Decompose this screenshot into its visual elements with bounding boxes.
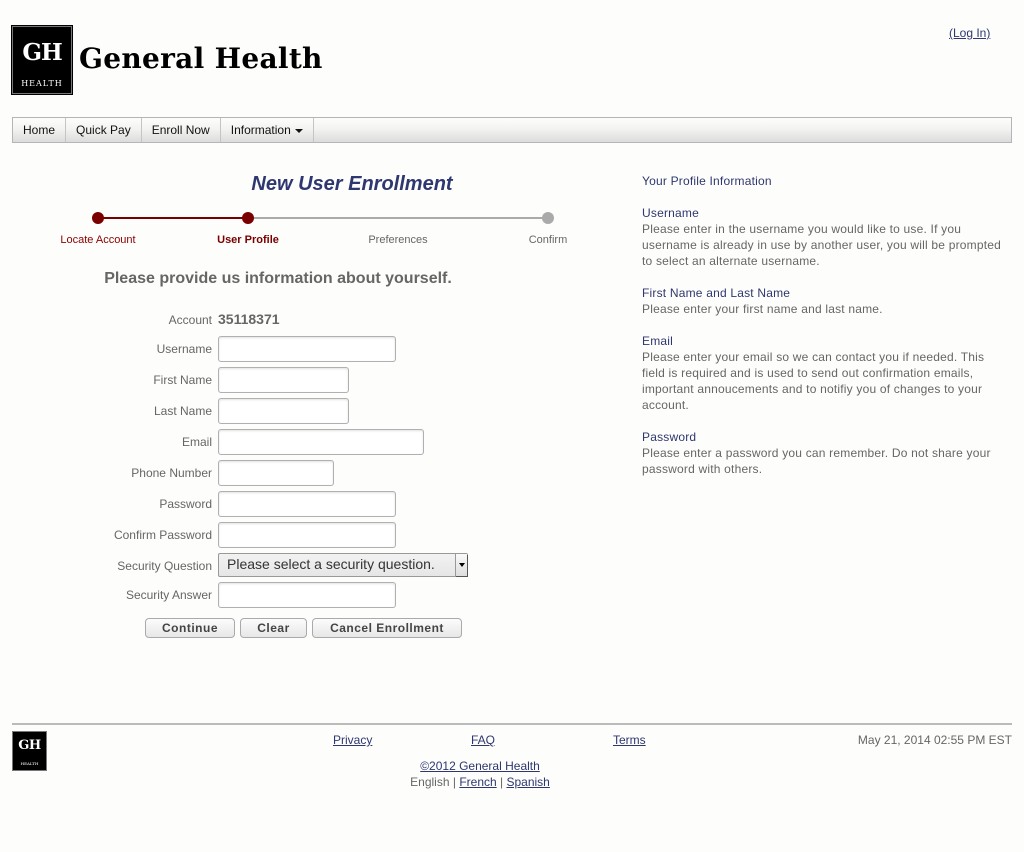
username-input[interactable]	[218, 336, 396, 362]
terms-link[interactable]: Terms	[613, 733, 646, 747]
help-panel-title: Your Profile Information	[642, 173, 1007, 189]
security-answer-label: Security Answer	[125, 588, 212, 602]
confirm-password-input[interactable]	[218, 522, 396, 548]
logo-initials: GH	[22, 39, 62, 66]
step-label-user-profile: User Profile	[217, 234, 279, 246]
cancel-enrollment-button[interactable]: Cancel Enrollment	[312, 618, 462, 638]
security-answer-input[interactable]	[218, 582, 396, 608]
caret-down-icon	[294, 128, 303, 133]
page-title: New User Enrollment	[251, 173, 453, 195]
main-nav: Home Quick Pay Enroll Now Information	[12, 117, 1012, 143]
privacy-link[interactable]: Privacy	[333, 733, 372, 747]
nav-item-enroll-now[interactable]: Enroll Now	[142, 118, 221, 142]
password-label: Password	[159, 497, 212, 511]
nav-item-home[interactable]: Home	[13, 118, 67, 142]
faq-link[interactable]: FAQ	[471, 733, 495, 747]
footer-divider	[12, 723, 1012, 725]
help-section-name: First Name and Last Name Please enter yo…	[642, 285, 1007, 317]
phone-input[interactable]	[218, 460, 334, 486]
copyright: ©2012 General Health	[280, 759, 680, 773]
footer-logo: GH HEALTH	[12, 731, 47, 771]
logo-subtext: HEALTH	[21, 79, 63, 88]
first-name-label: First Name	[153, 373, 212, 387]
logo[interactable]: GH HEALTH	[11, 25, 73, 95]
help-text: Please enter your first name and last na…	[642, 302, 883, 316]
help-heading: Email	[642, 334, 674, 348]
footer-logo-initials: GH	[18, 738, 41, 753]
step-dot-locate-account	[92, 212, 104, 224]
step-label-confirm: Confirm	[528, 234, 568, 246]
help-heading: Username	[642, 206, 699, 220]
help-section-email: Email Please enter your email so we can …	[642, 333, 1007, 413]
timestamp: May 21, 2014 02:55 PM EST	[857, 733, 1012, 747]
help-text: Please enter a password you can remember…	[642, 446, 991, 476]
security-question-select[interactable]: Please select a security question.	[218, 553, 468, 577]
nav-item-label: Information	[230, 123, 291, 137]
dropdown-arrow-icon[interactable]	[455, 554, 467, 576]
help-heading: Password	[642, 430, 697, 444]
copyright-link[interactable]: ©2012 General Health	[420, 759, 540, 773]
confirm-password-label: Confirm Password	[113, 528, 212, 542]
language-spanish-link[interactable]: Spanish	[506, 775, 549, 789]
language-current: English	[410, 775, 450, 789]
language-separator: |	[452, 775, 456, 789]
email-label: Email	[181, 435, 212, 449]
language-selector: English | French | Spanish	[280, 775, 680, 789]
brand-name: General Health	[79, 42, 323, 75]
account-number: 35118371	[218, 311, 280, 327]
step-dot-user-profile	[242, 212, 254, 224]
help-section-username: Username Please enter in the username yo…	[642, 205, 1007, 269]
nav-item-quick-pay[interactable]: Quick Pay	[66, 118, 142, 142]
nav-item-label: Quick Pay	[76, 123, 131, 137]
nav-item-label: Enroll Now	[151, 123, 210, 137]
first-name-input[interactable]	[218, 367, 349, 393]
footer-logo-subtext: HEALTH	[20, 761, 39, 766]
progress-line-remaining	[248, 217, 548, 219]
help-title: Your Profile Information	[642, 174, 772, 188]
progress-line-complete	[98, 217, 248, 219]
help-section-password: Password Please enter a password you can…	[642, 429, 1007, 477]
password-input[interactable]	[218, 491, 396, 517]
language-french-link[interactable]: French	[459, 775, 496, 789]
step-dot-confirm	[542, 212, 554, 224]
clear-button[interactable]: Clear	[240, 618, 307, 638]
help-text: Please enter in the username you would l…	[642, 222, 1001, 268]
phone-label: Phone Number	[131, 466, 212, 480]
username-label: Username	[156, 342, 212, 356]
login-link[interactable]: (Log In)	[949, 26, 990, 40]
step-label-locate-account: Locate Account	[60, 234, 136, 246]
security-question-selected: Please select a security question.	[227, 556, 435, 572]
security-question-label: Security Question	[117, 559, 212, 573]
step-label-preferences: Preferences	[368, 234, 428, 246]
help-text: Please enter your email so we can contac…	[642, 350, 985, 412]
intro-text: Please provide us information about your…	[104, 270, 452, 287]
help-heading: First Name and Last Name	[642, 286, 791, 300]
account-label: Account	[168, 313, 212, 327]
nav-item-label: Home	[23, 123, 56, 137]
continue-button[interactable]: Continue	[145, 618, 235, 638]
last-name-input[interactable]	[218, 398, 349, 424]
nav-item-information[interactable]: Information	[221, 118, 314, 142]
language-separator: |	[500, 775, 504, 789]
email-input[interactable]	[218, 429, 424, 455]
last-name-label: Last Name	[153, 404, 212, 418]
